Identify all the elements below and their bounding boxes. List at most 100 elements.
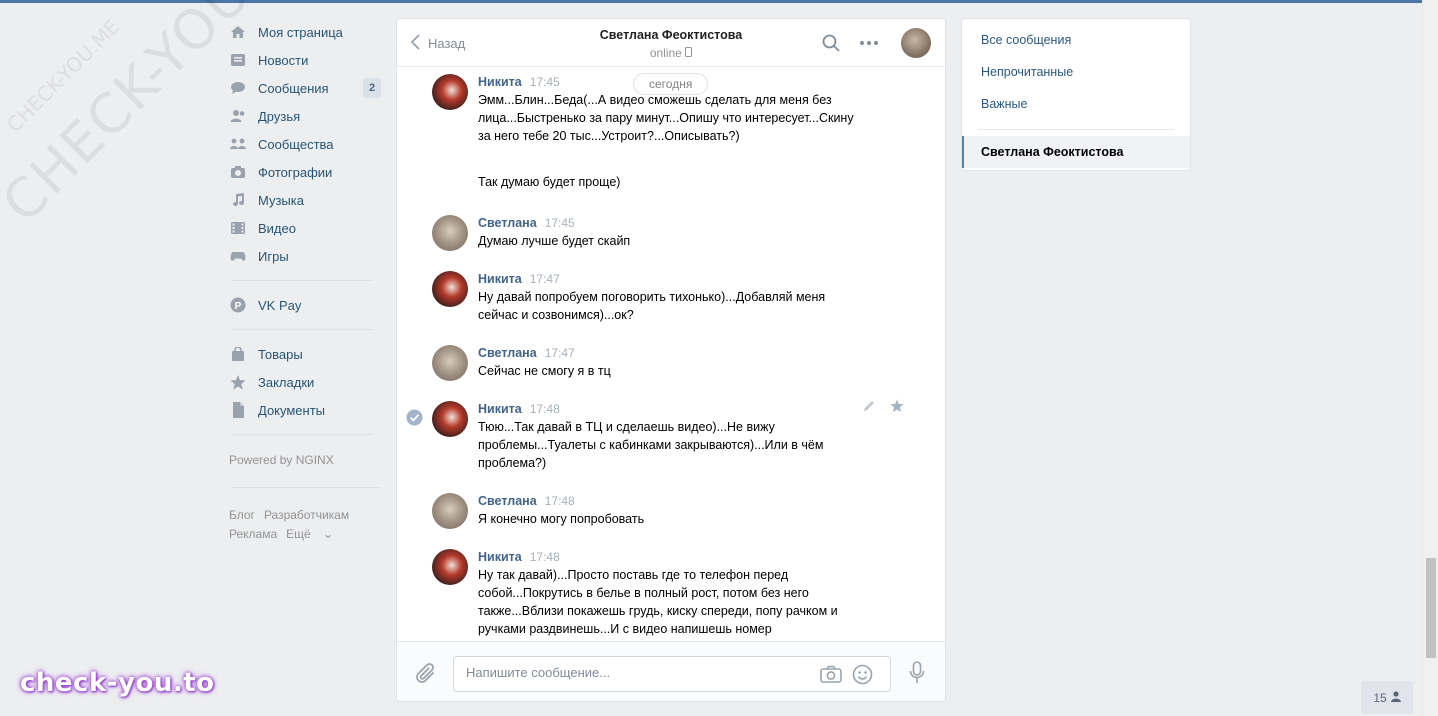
nav-label: Видео [258, 220, 296, 236]
nav-label: Закладки [258, 374, 315, 390]
message-text: Так думаю будет проще) [478, 175, 621, 189]
messages-badge: 2 [363, 78, 381, 98]
nav-item-friends[interactable]: Друзья [229, 102, 381, 130]
nav-item-groups[interactable]: Сообщества [229, 130, 381, 158]
message-author[interactable]: Никита 17:48 [478, 550, 560, 564]
more-icon[interactable] [859, 34, 879, 55]
nav-item-my-page[interactable]: Моя страница [229, 18, 381, 46]
svg-text:P: P [235, 301, 242, 312]
status-text: online [649, 46, 682, 60]
filter-unread[interactable]: Непрочитанные [962, 56, 1190, 88]
message-time: 17:48 [544, 494, 575, 508]
avatar[interactable] [432, 549, 468, 585]
author-name: Никита [478, 272, 522, 286]
document-icon [229, 402, 247, 418]
camera-icon[interactable] [820, 665, 842, 686]
nav-item-music[interactable]: Музыка [229, 186, 381, 214]
vkpay-icon: P [229, 297, 247, 313]
online-friends-counter[interactable]: 15 [1361, 681, 1413, 714]
avatar[interactable] [432, 271, 468, 307]
filter-important[interactable]: Важные [962, 88, 1190, 120]
mobile-icon [685, 46, 693, 60]
nav-label: Новости [258, 52, 309, 68]
friends-icon [229, 109, 247, 123]
contact-avatar[interactable] [901, 28, 931, 58]
star-icon[interactable] [890, 399, 904, 416]
nav-item-video[interactable]: Видео [229, 214, 381, 242]
left-navigation: Моя страница Новости Сообщения 2 Друзья … [229, 18, 381, 544]
site-logo: check-you.to [20, 668, 215, 698]
footer-link-ads[interactable]: Реклама [229, 527, 277, 541]
message-author[interactable]: Никита 17:48 [478, 402, 560, 416]
nav-divider [231, 280, 373, 281]
music-icon [229, 193, 247, 207]
filter-all-messages[interactable]: Все сообщения [962, 24, 1190, 56]
author-name: Никита [478, 550, 522, 564]
message-time: 17:47 [544, 346, 575, 360]
footer-links: Блог Разработчикам Реклама Ещё ⌄ [229, 506, 381, 544]
message-author[interactable]: Никита 17:45 [478, 75, 560, 89]
nav-label: Игры [258, 248, 289, 264]
avatar[interactable] [432, 74, 468, 110]
nav-item-messages[interactable]: Сообщения 2 [229, 74, 381, 102]
nav-item-games[interactable]: Игры [229, 242, 381, 270]
author-name: Никита [478, 75, 522, 89]
nav-item-news[interactable]: Новости [229, 46, 381, 74]
footer-link-blog[interactable]: Блог [229, 508, 255, 522]
avatar[interactable] [432, 493, 468, 529]
message-time: 17:45 [544, 216, 575, 230]
filter-divider [978, 129, 1174, 130]
nav-label: Сообщения [258, 80, 329, 96]
footer-more-label: Ещё [286, 527, 311, 541]
nav-label: Фотографии [258, 164, 333, 180]
avatar[interactable] [432, 345, 468, 381]
message-author[interactable]: Светлана 17:45 [478, 216, 575, 230]
message-text: Ну так давай)...Просто поставь где то те… [478, 568, 838, 636]
check-circle-icon[interactable] [406, 409, 423, 429]
smile-icon[interactable] [852, 664, 873, 688]
nav-item-documents[interactable]: Документы [229, 396, 381, 424]
nav-divider [231, 329, 373, 330]
nav-label: VK Pay [258, 297, 302, 313]
news-icon [229, 53, 247, 67]
star-icon [229, 374, 247, 389]
footer-link-more[interactable]: Ещё ⌄ [286, 527, 342, 541]
message-time: 17:48 [529, 550, 560, 564]
avatar[interactable] [432, 401, 468, 437]
message-history[interactable]: сегодня Никита 17:45 Эмм...Блин...Беда(..… [397, 68, 945, 640]
groups-icon [229, 137, 247, 151]
active-conversation[interactable]: Светлана Феоктистова [962, 136, 1190, 168]
message-time: 17:47 [529, 272, 560, 286]
paperclip-icon[interactable] [415, 662, 437, 689]
nav-label: Сообщества [258, 136, 334, 152]
chevron-down-icon: ⌄ [323, 527, 334, 541]
microphone-icon[interactable] [909, 661, 925, 688]
scrollbar-thumb[interactable] [1426, 558, 1436, 658]
author-name: Светлана [478, 216, 537, 230]
message-input[interactable] [466, 665, 806, 680]
messages-icon [229, 81, 247, 95]
edit-icon[interactable] [862, 399, 876, 416]
footer-link-developers[interactable]: Разработчикам [264, 508, 349, 522]
home-icon [229, 25, 247, 39]
nav-label: Документы [258, 402, 326, 418]
avatar[interactable] [432, 215, 468, 251]
date-divider: сегодня [633, 73, 709, 95]
message-author[interactable]: Никита 17:47 [478, 272, 560, 286]
message-time: 17:48 [529, 402, 560, 416]
nav-item-goods[interactable]: Товары [229, 340, 381, 368]
page-scrollbar[interactable] [1422, 0, 1438, 716]
nav-item-bookmarks[interactable]: Закладки [229, 368, 381, 396]
nav-divider [231, 434, 373, 435]
message-text: Думаю лучше будет скайп [478, 234, 631, 248]
message-text: Ну давай попробуем поговорить тихонько).… [478, 290, 826, 322]
message-author[interactable]: Светлана 17:48 [478, 494, 575, 508]
message-author[interactable]: Светлана 17:47 [478, 346, 575, 360]
author-name: Светлана [478, 346, 537, 360]
message-input-box[interactable] [453, 656, 891, 692]
search-icon[interactable] [822, 34, 840, 55]
nav-item-vkpay[interactable]: P VK Pay [229, 291, 381, 319]
nav-item-photos[interactable]: Фотографии [229, 158, 381, 186]
message-text: Эмм...Блин...Беда(...А видео сможешь сде… [478, 93, 854, 143]
message-text: Сейчас не смогу я в тц [478, 364, 611, 378]
